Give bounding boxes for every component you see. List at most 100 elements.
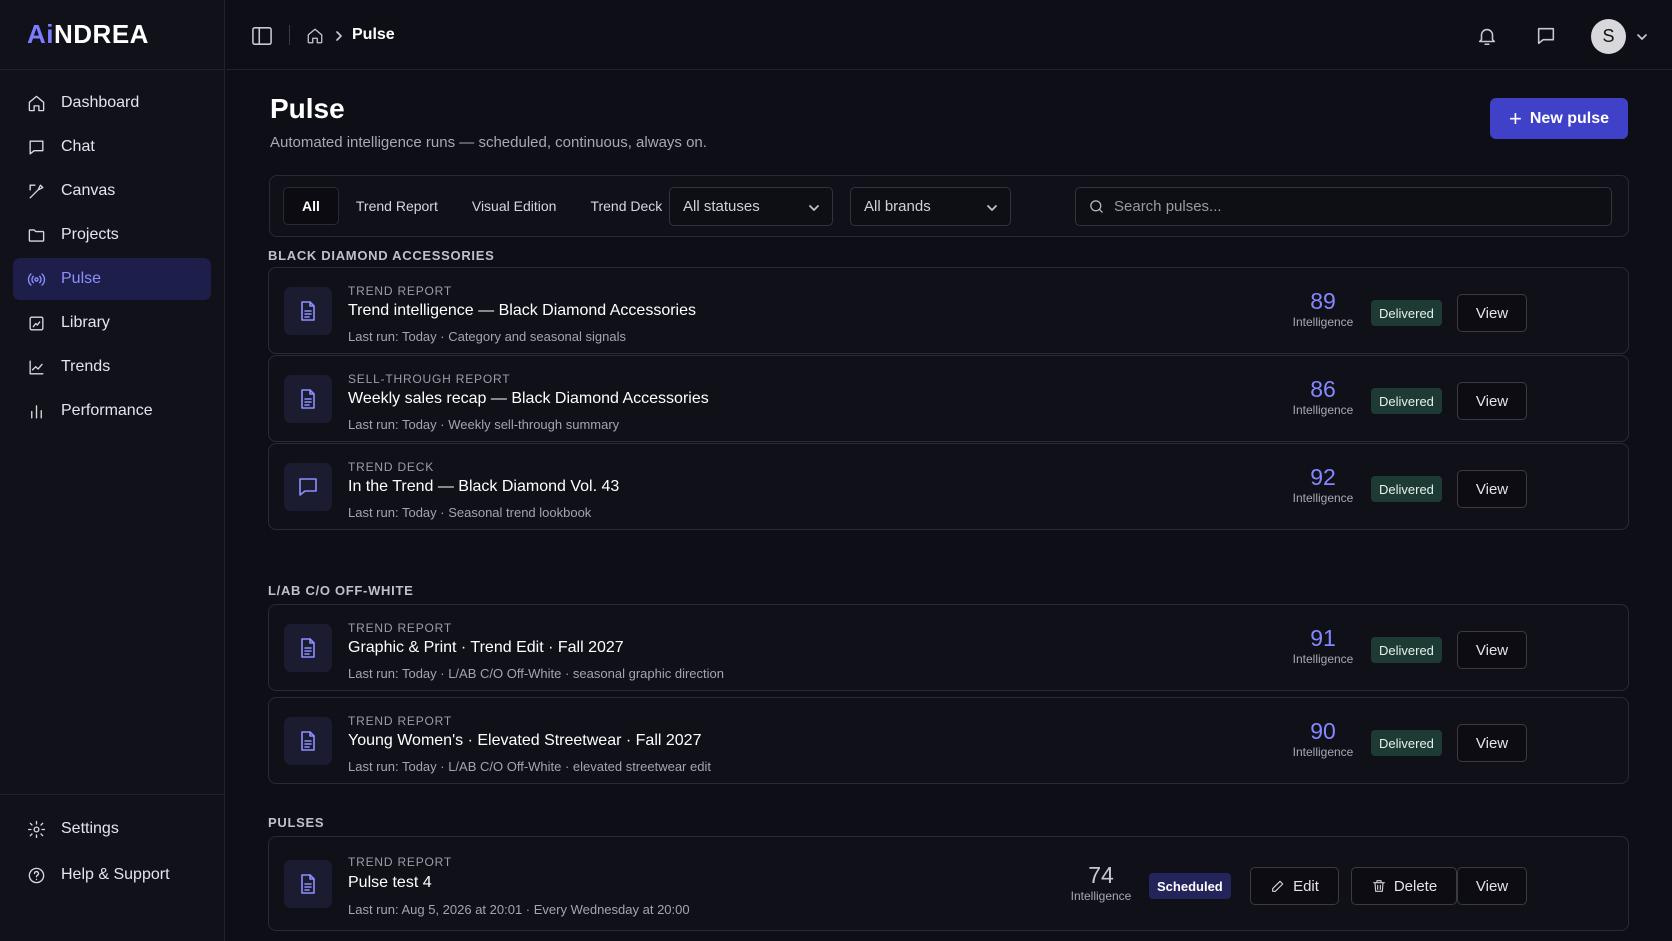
sidebar-nav: Dashboard Chat Canvas Projects Pulse Lib…	[0, 70, 224, 446]
home-icon[interactable]	[306, 27, 324, 45]
brand-select-value: All brands	[864, 198, 931, 215]
sidebar-item-performance[interactable]: Performance	[13, 390, 211, 432]
edit-label: Edit	[1293, 877, 1319, 895]
sidebar-item-label: Pulse	[61, 270, 102, 287]
pulse-title: Young Women's · Elevated Streetwear · Fa…	[348, 732, 702, 749]
pulse-meta: Last run: Today · Seasonal trend lookboo…	[348, 505, 592, 520]
intelligence-score: 89 Intelligence	[1283, 288, 1363, 329]
sidebar-item-label: Library	[61, 314, 110, 331]
sidebar-item-label: Settings	[61, 820, 119, 837]
sidebar-item-projects[interactable]: Projects	[13, 214, 211, 256]
pulse-card[interactable]: TREND REPORT Trend intelligence — Black …	[268, 267, 1629, 354]
intelligence-score: 92 Intelligence	[1283, 464, 1363, 505]
score-value: 90	[1310, 718, 1336, 744]
folder-icon	[26, 225, 46, 245]
view-button[interactable]: View	[1457, 867, 1527, 905]
chevron-down-icon	[809, 205, 819, 211]
type-tabs: All Trend Report Visual Edition Trend De…	[283, 187, 679, 225]
status-badge: Delivered	[1371, 730, 1442, 756]
pulse-card[interactable]: TREND REPORT Pulse test 4 Last run: Aug …	[268, 836, 1629, 931]
pencil-icon	[1272, 880, 1284, 892]
pulse-type: TREND DECK	[348, 460, 435, 474]
tab-all[interactable]: All	[283, 187, 339, 225]
deck-icon	[284, 463, 332, 511]
plus-icon: +	[1509, 105, 1522, 131]
score-label: Intelligence	[1292, 745, 1354, 759]
sidebar-item-pulse[interactable]: Pulse	[13, 258, 211, 300]
pulse-icon	[26, 269, 46, 289]
sidebar-item-dashboard[interactable]: Dashboard	[13, 82, 211, 124]
search-icon	[1090, 200, 1103, 213]
document-icon	[284, 375, 332, 423]
status-badge: Delivered	[1371, 300, 1442, 326]
view-button[interactable]: View	[1457, 631, 1527, 669]
chat-icon	[26, 137, 46, 157]
sidebar-item-canvas[interactable]: Canvas	[13, 170, 211, 212]
group-label: BLACK DIAMOND ACCESSORIES	[268, 248, 495, 263]
bell-icon[interactable]	[1476, 25, 1498, 47]
sidebar-item-label: Projects	[61, 226, 119, 243]
canvas-icon	[26, 181, 46, 201]
sidebar-item-library[interactable]: Library	[13, 302, 211, 344]
search-box	[1075, 187, 1612, 226]
status-select[interactable]: All statuses	[669, 187, 833, 226]
pulse-title: Graphic & Print · Trend Edit · Fall 2027	[348, 639, 624, 656]
sidebar: Ai NDREA Dashboard Chat Canvas Projects P…	[0, 0, 225, 941]
intelligence-score: 91 Intelligence	[1283, 625, 1363, 666]
sidebar-item-help[interactable]: Help & Support	[13, 853, 211, 897]
edit-button[interactable]: Edit	[1250, 867, 1339, 905]
status-badge: Delivered	[1371, 637, 1442, 663]
tab-trend-report[interactable]: Trend Report	[339, 187, 455, 225]
pulse-type: TREND REPORT	[348, 855, 453, 869]
view-button[interactable]: View	[1457, 470, 1527, 508]
score-label: Intelligence	[1292, 315, 1354, 329]
new-pulse-button[interactable]: + New pulse	[1490, 98, 1628, 139]
status-badge: Scheduled	[1149, 873, 1231, 899]
brand-select[interactable]: All brands	[850, 187, 1011, 226]
search-input[interactable]	[1114, 198, 1611, 215]
app-logo[interactable]: Ai NDREA	[0, 0, 224, 70]
pulse-meta: Last run: Today · L/AB C/O Off-White · s…	[348, 666, 724, 681]
sidebar-toggle-icon[interactable]	[251, 26, 273, 46]
new-pulse-label: New pulse	[1529, 109, 1609, 127]
pulse-card[interactable]: TREND REPORT Graphic & Print · Trend Edi…	[268, 604, 1629, 691]
topbar: Pulse S	[226, 0, 1672, 70]
intelligence-score: 90 Intelligence	[1283, 718, 1363, 759]
avatar[interactable]: S	[1591, 19, 1626, 54]
sidebar-bottom: Settings Help & Support	[0, 794, 224, 911]
pulse-card[interactable]: SELL-THROUGH REPORT Weekly sales recap —…	[268, 355, 1629, 442]
divider	[289, 25, 290, 45]
pulse-title: In the Trend — Black Diamond Vol. 43	[348, 478, 620, 495]
view-button[interactable]: View	[1457, 294, 1527, 332]
chevron-down-icon	[987, 205, 997, 211]
message-icon[interactable]	[1535, 25, 1557, 47]
document-icon	[284, 860, 332, 908]
group-label: PULSES	[268, 815, 325, 830]
sidebar-item-chat[interactable]: Chat	[13, 126, 211, 168]
sidebar-item-settings[interactable]: Settings	[13, 807, 211, 851]
view-button[interactable]: View	[1457, 382, 1527, 420]
tab-visual-edition[interactable]: Visual Edition	[455, 187, 574, 225]
delete-button[interactable]: Delete	[1351, 867, 1457, 905]
pulse-card[interactable]: TREND DECK In the Trend — Black Diamond …	[268, 443, 1629, 530]
breadcrumb-current: Pulse	[352, 26, 395, 43]
chevron-right-icon	[336, 31, 342, 41]
library-icon	[26, 313, 46, 333]
score-value: 92	[1310, 464, 1336, 490]
sidebar-item-trends[interactable]: Trends	[13, 346, 211, 388]
view-button[interactable]: View	[1457, 724, 1527, 762]
chevron-down-icon[interactable]	[1636, 31, 1648, 43]
document-icon	[284, 287, 332, 335]
pulse-card[interactable]: TREND REPORT Young Women's · Elevated St…	[268, 697, 1629, 784]
tab-trend-deck[interactable]: Trend Deck	[573, 187, 679, 225]
main-content: Pulse Automated intelligence runs — sche…	[226, 71, 1672, 941]
score-value: 74	[1088, 862, 1114, 888]
sidebar-item-label: Trends	[61, 358, 111, 375]
sidebar-item-label: Dashboard	[61, 94, 140, 111]
sidebar-item-label: Performance	[61, 402, 153, 419]
score-value: 91	[1310, 625, 1336, 651]
status-badge: Delivered	[1371, 388, 1442, 414]
pulse-title: Weekly sales recap — Black Diamond Acces…	[348, 390, 709, 407]
pulse-type: TREND REPORT	[348, 714, 453, 728]
sidebar-item-label: Help & Support	[61, 866, 170, 883]
